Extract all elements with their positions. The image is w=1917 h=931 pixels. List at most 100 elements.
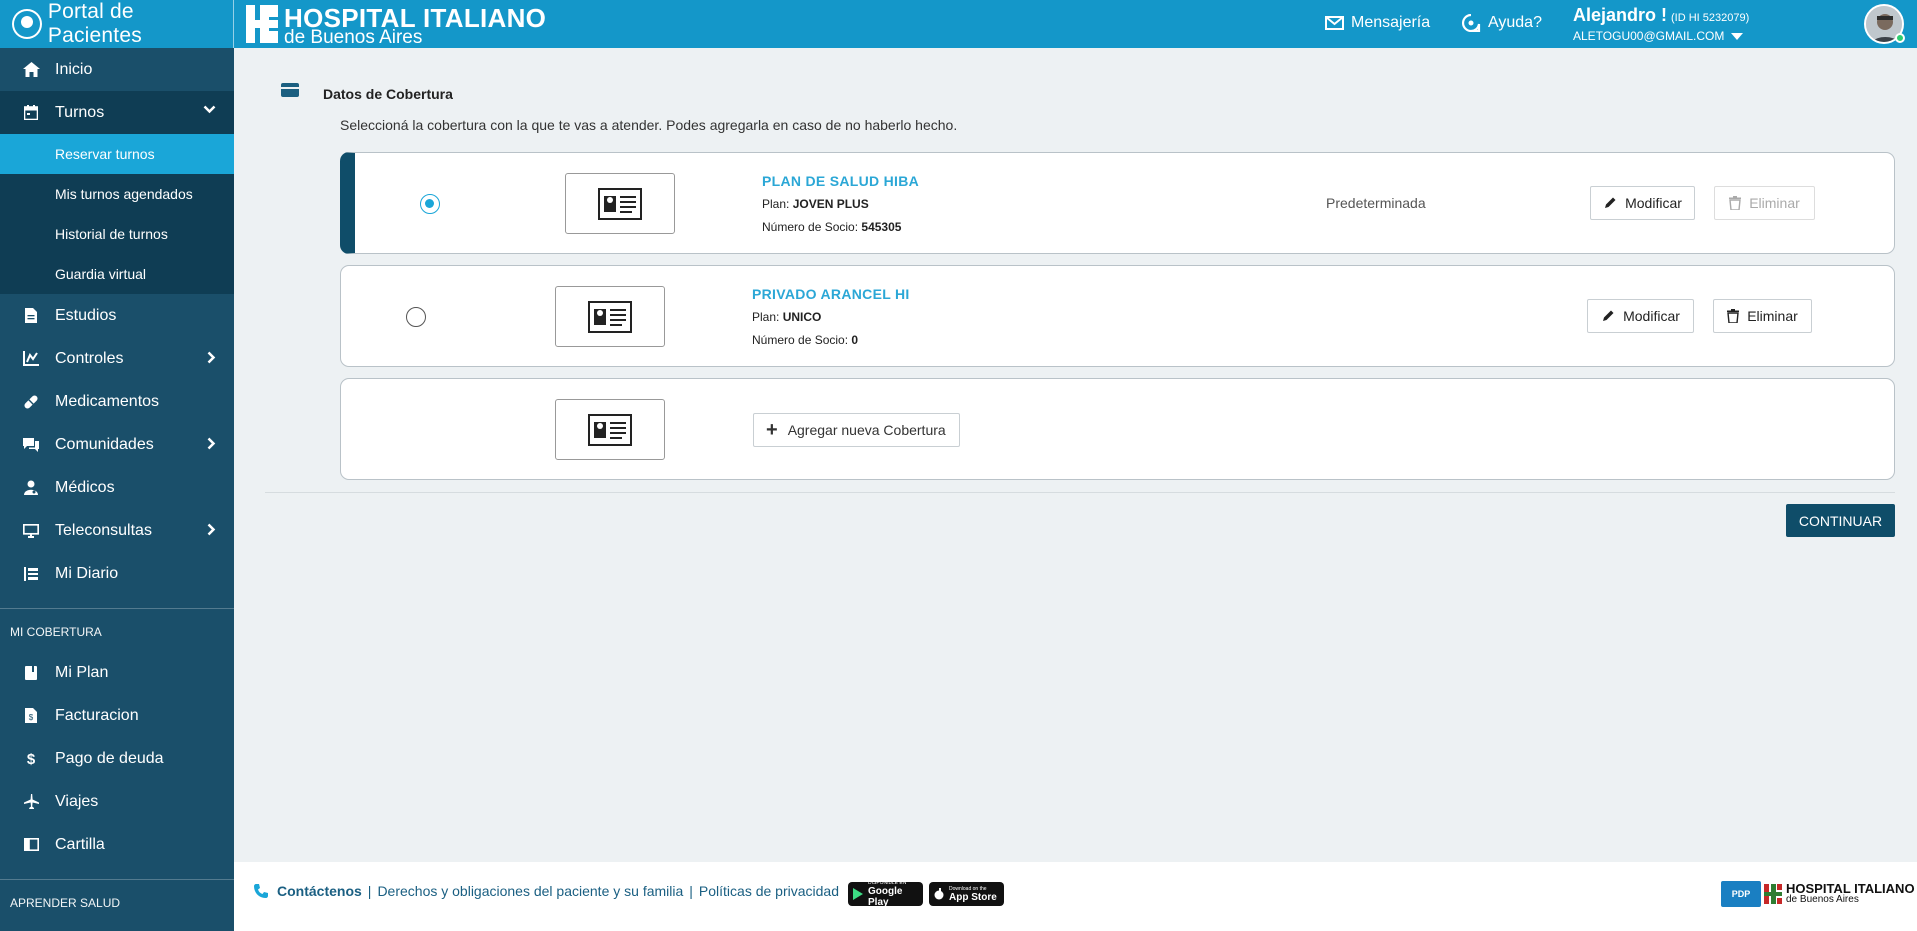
sidebar-item-label: Comunidades	[55, 435, 154, 453]
member-value: 545305	[861, 220, 902, 234]
portal-title: Portal de Pacientes	[47, 0, 142, 47]
member-label: Número de Socio:	[762, 220, 859, 234]
sidebar-subitem-historial[interactable]: Historial de turnos	[0, 214, 234, 254]
plane-icon	[22, 793, 40, 811]
modify-button[interactable]: Modificar	[1590, 186, 1695, 220]
sidebar-item-mi-diario[interactable]: Mi Diario	[0, 552, 234, 595]
rights-link[interactable]: Derechos y obligaciones del paciente y s…	[377, 883, 683, 899]
caret-down-icon[interactable]	[1731, 32, 1744, 40]
user-name: Alejandro !	[1573, 5, 1668, 25]
sidebar-item-facturacion[interactable]: $ Facturacion	[0, 694, 234, 737]
svg-text:$: $	[27, 751, 36, 766]
member-value: 0	[851, 333, 859, 347]
plan-value: UNICO	[782, 310, 822, 324]
hospital-logo[interactable]: HOSPITAL ITALIANO de Buenos Aires	[246, 5, 546, 47]
coverage-radio[interactable]	[420, 194, 440, 214]
turnos-submenu: Reservar turnos Mis turnos agendados His…	[0, 134, 234, 294]
divider	[265, 492, 1895, 493]
document-icon	[22, 307, 40, 325]
pill-icon	[22, 393, 40, 411]
coverage-name: PLAN DE SALUD HIBA	[762, 173, 920, 189]
sidebar-subitem-guardia-virtual[interactable]: Guardia virtual	[0, 254, 234, 294]
sidebar-item-cartilla[interactable]: Cartilla	[0, 823, 234, 866]
phone-icon	[254, 884, 268, 898]
pdp-badge[interactable]: PDP	[1721, 881, 1761, 907]
chevron-down-icon	[203, 105, 216, 114]
plan-value: JOVEN PLUS	[792, 197, 869, 211]
sidebar: Inicio Turnos Reservar turnos Mis turnos…	[0, 48, 234, 931]
sidebar-item-mi-plan[interactable]: Mi Plan	[0, 651, 234, 694]
sidebar-item-medicamentos[interactable]: Medicamentos	[0, 380, 234, 423]
sidebar-item-inicio[interactable]: Inicio	[0, 48, 234, 91]
trash-icon	[1729, 196, 1742, 210]
add-coverage-button[interactable]: + Agregar nueva Cobertura	[753, 413, 960, 447]
section-title: Datos de Cobertura	[323, 86, 453, 102]
sidebar-item-label: Pago de deuda	[55, 749, 164, 767]
sidebar-item-controles[interactable]: Controles	[0, 337, 234, 380]
hospital-cross-icon	[1764, 883, 1782, 904]
sidebar-item-label: Estudios	[55, 306, 117, 324]
sidebar-item-label: Médicos	[55, 478, 115, 496]
sidebar-item-comunidades[interactable]: Comunidades	[0, 423, 234, 466]
sidebar-item-turnos[interactable]: Turnos	[0, 91, 234, 134]
help-icon	[1462, 14, 1481, 32]
sidebar-item-label: Cartilla	[55, 835, 105, 853]
delete-label: Eliminar	[1749, 195, 1800, 211]
modify-button[interactable]: Modificar	[1587, 299, 1694, 333]
chevron-right-icon	[207, 351, 216, 364]
envelope-icon	[1325, 16, 1344, 30]
chevron-right-icon	[207, 523, 216, 536]
sidebar-item-label: Facturacion	[55, 706, 139, 724]
plan-label: Plan:	[752, 310, 780, 324]
google-play-badge[interactable]: DISPONIBLE EN Google Play	[848, 880, 923, 908]
sidebar-item-label: Controles	[55, 349, 124, 367]
dollar-icon: $	[22, 750, 40, 768]
book-icon	[22, 664, 40, 682]
sidebar-subitem-reservar-turnos[interactable]: Reservar turnos	[0, 134, 234, 174]
privacy-link[interactable]: Políticas de privacidad	[699, 883, 839, 899]
footer: Contáctenos | Derechos y obligaciones de…	[234, 862, 1917, 931]
app-store-badge[interactable]: Download on the App Store	[929, 882, 1004, 906]
help-label: Ayuda?	[1488, 14, 1542, 31]
coverage-radio[interactable]	[406, 307, 426, 327]
separator: |	[367, 883, 372, 899]
user-menu[interactable]: Alejandro ! (ID HI 5232079) ALETOGU00@GMA…	[1573, 5, 1749, 43]
help-link[interactable]: Ayuda?	[1462, 14, 1542, 32]
modify-label: Modificar	[1625, 195, 1682, 211]
section-label-aprender-salud[interactable]: APRENDER SALUD	[0, 880, 234, 922]
sidebar-item-estudios[interactable]: Estudios	[0, 294, 234, 337]
sidebar-item-teleconsultas[interactable]: Teleconsultas	[0, 509, 234, 552]
coverage-name: PRIVADO ARANCEL HI	[752, 286, 910, 302]
plan-label: Plan:	[762, 197, 790, 211]
sidebar-subitem-mis-turnos[interactable]: Mis turnos agendados	[0, 174, 234, 214]
sidebar-item-pago-de-deuda[interactable]: $ Pago de deuda	[0, 737, 234, 780]
delete-button[interactable]: Eliminar	[1714, 186, 1815, 220]
delete-button[interactable]: Eliminar	[1713, 299, 1812, 333]
add-coverage-label: Agregar nueva Cobertura	[787, 422, 946, 438]
contact-link[interactable]: Contáctenos	[277, 883, 362, 899]
sidebar-item-label: Turnos	[55, 103, 105, 121]
coverage-card[interactable]: PLAN DE SALUD HIBA Plan: JOVEN PLUS Núme…	[340, 152, 1895, 254]
coverage-card[interactable]: PRIVADO ARANCEL HI Plan: UNICO Número de…	[340, 265, 1895, 367]
plus-icon: +	[766, 419, 778, 441]
portal-logo[interactable]: Portal de Pacientes	[0, 0, 234, 48]
home-icon	[22, 61, 40, 79]
sidebar-item-label: Mi Diario	[55, 564, 119, 582]
doctor-icon	[22, 479, 40, 497]
app-store-label: App Store	[949, 891, 997, 903]
coverage-plan: Plan: UNICO	[752, 310, 821, 324]
diary-icon	[22, 565, 40, 583]
sidebar-item-label: Medicamentos	[55, 392, 160, 410]
messaging-link[interactable]: Mensajería	[1325, 14, 1430, 32]
continue-button[interactable]: CONTINUAR	[1786, 504, 1895, 537]
footer-hospital-logo[interactable]: HOSPITAL ITALIANO de Buenos Aires	[1764, 882, 1915, 905]
trash-icon	[1727, 309, 1740, 323]
messaging-label: Mensajería	[1351, 14, 1431, 31]
svg-text:$: $	[29, 713, 34, 722]
sidebar-item-viajes[interactable]: Viajes	[0, 780, 234, 823]
sidebar-item-label: Mi Plan	[55, 663, 109, 681]
member-label: Número de Socio:	[752, 333, 849, 347]
sidebar-item-medicos[interactable]: Médicos	[0, 466, 234, 509]
sidebar-item-label: Teleconsultas	[55, 521, 152, 539]
modify-label: Modificar	[1623, 308, 1680, 324]
